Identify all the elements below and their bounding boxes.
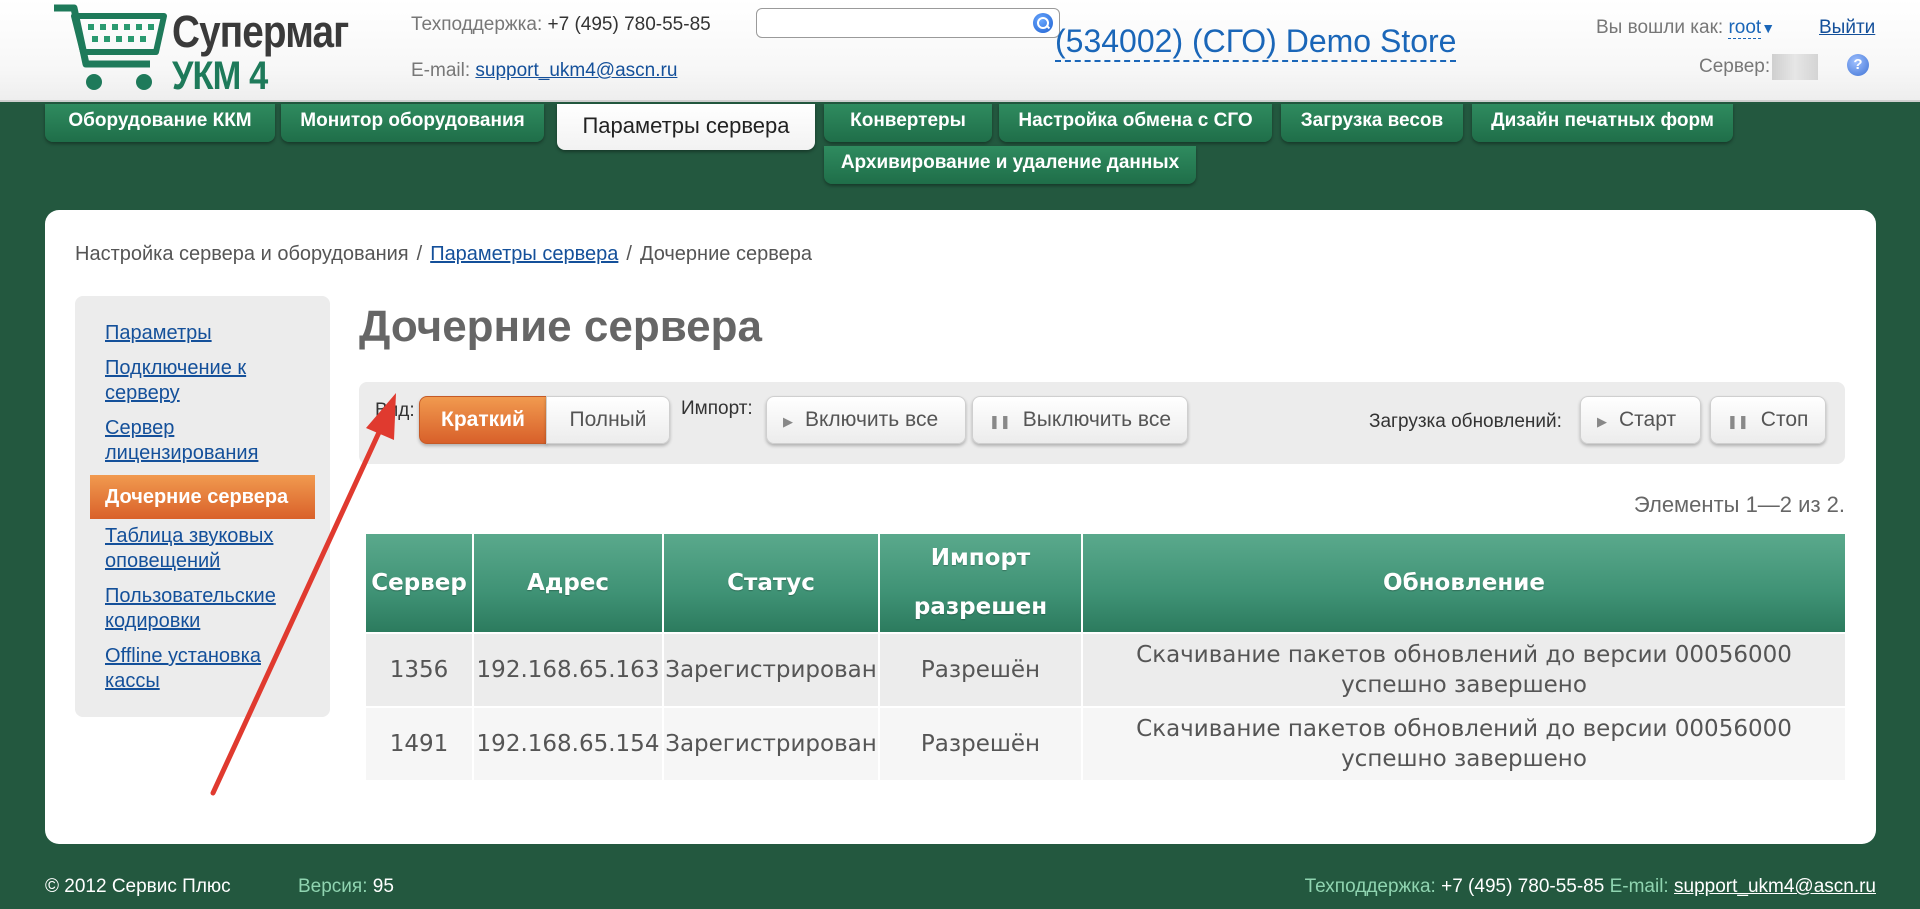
breadcrumb-separator: / xyxy=(416,243,423,265)
footer-email-link[interactable]: support_ukm4@ascn.ru xyxy=(1674,876,1876,897)
server-value-redacted xyxy=(1772,54,1819,80)
login-label: Вы вошли как: xyxy=(1596,17,1724,38)
sidebar-item-custom-encodings[interactable]: Пользовательские кодировки xyxy=(105,584,305,634)
footer-support-phone: +7 (495) 780-55-85 xyxy=(1441,876,1605,897)
cell-server: 1491 xyxy=(364,706,474,782)
child-servers-table: Сервер Адрес Статус Импорт разрешен Обно… xyxy=(364,532,1847,782)
table-row[interactable]: 1356 192.168.65.163 Зарегистрирован Разр… xyxy=(364,632,1847,708)
column-header-import-allowed[interactable]: Импорт разрешен xyxy=(878,532,1083,634)
start-button[interactable]: ▶ Старт xyxy=(1580,396,1701,444)
help-icon[interactable]: ? xyxy=(1847,54,1869,76)
start-label: Старт xyxy=(1619,408,1677,431)
logo-title: Супермаг xyxy=(172,6,349,57)
logo[interactable]: Супермаг УКМ 4 xyxy=(52,2,352,98)
footer-copyright: © 2012 Сервис Плюс xyxy=(45,876,231,897)
cell-server: 1356 xyxy=(364,632,474,708)
pause-icon: ❚❚ xyxy=(1727,414,1749,429)
tab-converters[interactable]: Конвертеры xyxy=(824,104,992,142)
view-label: Вид: xyxy=(375,400,415,421)
cell-import-allowed: Разрешён xyxy=(878,632,1083,708)
version-value: 95 xyxy=(372,876,394,897)
sidebar-item-sound-alerts[interactable]: Таблица звуковых оповещений xyxy=(105,524,305,574)
version-label: Версия: xyxy=(298,876,368,897)
view-full-button[interactable]: Полный xyxy=(546,396,670,444)
items-count: Элементы 1—2 из 2. xyxy=(1633,492,1845,517)
play-icon: ▶ xyxy=(1597,414,1607,429)
tab-sgo-exchange[interactable]: Настройка обмена с СГО xyxy=(999,104,1272,142)
email-link[interactable]: support_ukm4@ascn.ru xyxy=(475,60,677,81)
sidebar-item-license-server[interactable]: Сервер лицензирования xyxy=(105,416,305,466)
enable-all-button[interactable]: ▶ Включить все xyxy=(766,396,966,444)
app-header: Супермаг УКМ 4 Техподдержка: +7 (495) 78… xyxy=(0,0,1920,102)
column-header-address[interactable]: Адрес xyxy=(472,532,664,634)
logo-subtitle: УКМ 4 xyxy=(172,54,268,98)
server-info: Сервер: xyxy=(1699,54,1819,80)
support-phone: +7 (495) 780-55-85 xyxy=(547,14,711,35)
breadcrumb-root: Настройка сервера и оборудования xyxy=(75,243,409,265)
cell-status: Зарегистрирован xyxy=(662,632,880,708)
breadcrumb: Настройка сервера и оборудования / Парамет… xyxy=(75,243,812,266)
play-icon: ▶ xyxy=(783,414,793,429)
tab-print-form-design[interactable]: Дизайн печатных форм xyxy=(1472,104,1733,142)
cell-update: Скачивание пакетов обновлений до версии … xyxy=(1081,706,1847,782)
sidebar-item-server-connection[interactable]: Подключение к серверу xyxy=(105,356,305,406)
tab-archiving[interactable]: Архивирование и удаление данных xyxy=(824,146,1196,184)
header-support: Техподдержка: +7 (495) 780-55-85 xyxy=(411,14,711,36)
import-label: Импорт: xyxy=(681,398,753,419)
email-label: E-mail: xyxy=(411,60,471,81)
search-box xyxy=(756,8,1060,38)
logout-link[interactable]: Выйти xyxy=(1819,17,1875,39)
caret-down-icon[interactable]: ▼ xyxy=(1761,20,1775,36)
breadcrumb-separator: / xyxy=(626,243,632,265)
user-menu[interactable]: root xyxy=(1728,17,1762,39)
column-header-update[interactable]: Обновление xyxy=(1081,532,1847,634)
view-short-button[interactable]: Краткий xyxy=(419,396,547,444)
stop-button[interactable]: ❚❚ Стоп xyxy=(1710,396,1826,444)
disable-all-label: Выключить все xyxy=(1022,408,1172,431)
page-title: Дочерние сервера xyxy=(359,302,762,351)
toolbar: Вид: Краткий Полный Импорт: ▶ Включить вс… xyxy=(359,382,1845,464)
cell-address: 192.168.65.154 xyxy=(472,706,664,782)
column-header-server[interactable]: Сервер xyxy=(364,532,474,634)
stop-label: Стоп xyxy=(1760,408,1809,431)
column-header-status[interactable]: Статус xyxy=(662,532,880,634)
tab-equipment-monitor[interactable]: Монитор оборудования xyxy=(281,104,544,142)
disable-all-button[interactable]: ❚❚ Выключить все xyxy=(972,396,1188,444)
enable-all-label: Включить все xyxy=(805,408,939,431)
header-email: E-mail: support_ukm4@ascn.ru xyxy=(411,60,677,82)
tab-server-parameters[interactable]: Параметры сервера xyxy=(557,104,815,150)
sidebar-item-parameters[interactable]: Параметры xyxy=(105,321,305,346)
cell-address: 192.168.65.163 xyxy=(472,632,664,708)
server-label: Сервер: xyxy=(1699,56,1771,78)
updates-label: Загрузка обновлений: xyxy=(1369,411,1562,432)
tab-kkm-equipment[interactable]: Оборудование ККМ xyxy=(45,104,275,142)
pause-icon: ❚❚ xyxy=(989,414,1011,429)
tab-scales-loading[interactable]: Загрузка весов xyxy=(1281,104,1463,142)
cell-import-allowed: Разрешён xyxy=(878,706,1083,782)
search-icon[interactable] xyxy=(1033,13,1053,33)
sidebar-item-offline-install[interactable]: Offline установка кассы xyxy=(105,644,305,694)
cell-update: Скачивание пакетов обновлений до версии … xyxy=(1081,632,1847,708)
table-row[interactable]: 1491 192.168.65.154 Зарегистрирован Разр… xyxy=(364,706,1847,782)
support-label: Техподдержка: xyxy=(411,14,543,35)
cart-logo-icon xyxy=(54,4,167,90)
cell-status: Зарегистрирован xyxy=(662,706,880,782)
store-selector[interactable]: (534002) (СГО) Demo Store xyxy=(1055,22,1457,62)
footer-support: Техподдержка: +7 (495) 780-55-85 E-mail:… xyxy=(1305,876,1876,898)
footer-support-label: Техподдержка: xyxy=(1304,876,1436,897)
sidebar-item-child-servers[interactable]: Дочерние сервера xyxy=(90,475,315,519)
breadcrumb-current: Дочерние сервера xyxy=(639,243,812,265)
table-header-row: Сервер Адрес Статус Импорт разрешен Обно… xyxy=(364,532,1847,634)
breadcrumb-server-parameters[interactable]: Параметры сервера xyxy=(430,243,618,265)
search-input[interactable] xyxy=(765,10,1025,36)
footer-email-label: E-mail: xyxy=(1609,876,1669,897)
footer-version: Версия: 95 xyxy=(298,876,394,898)
login-info: Вы вошли как: root▼ xyxy=(1596,17,1775,39)
